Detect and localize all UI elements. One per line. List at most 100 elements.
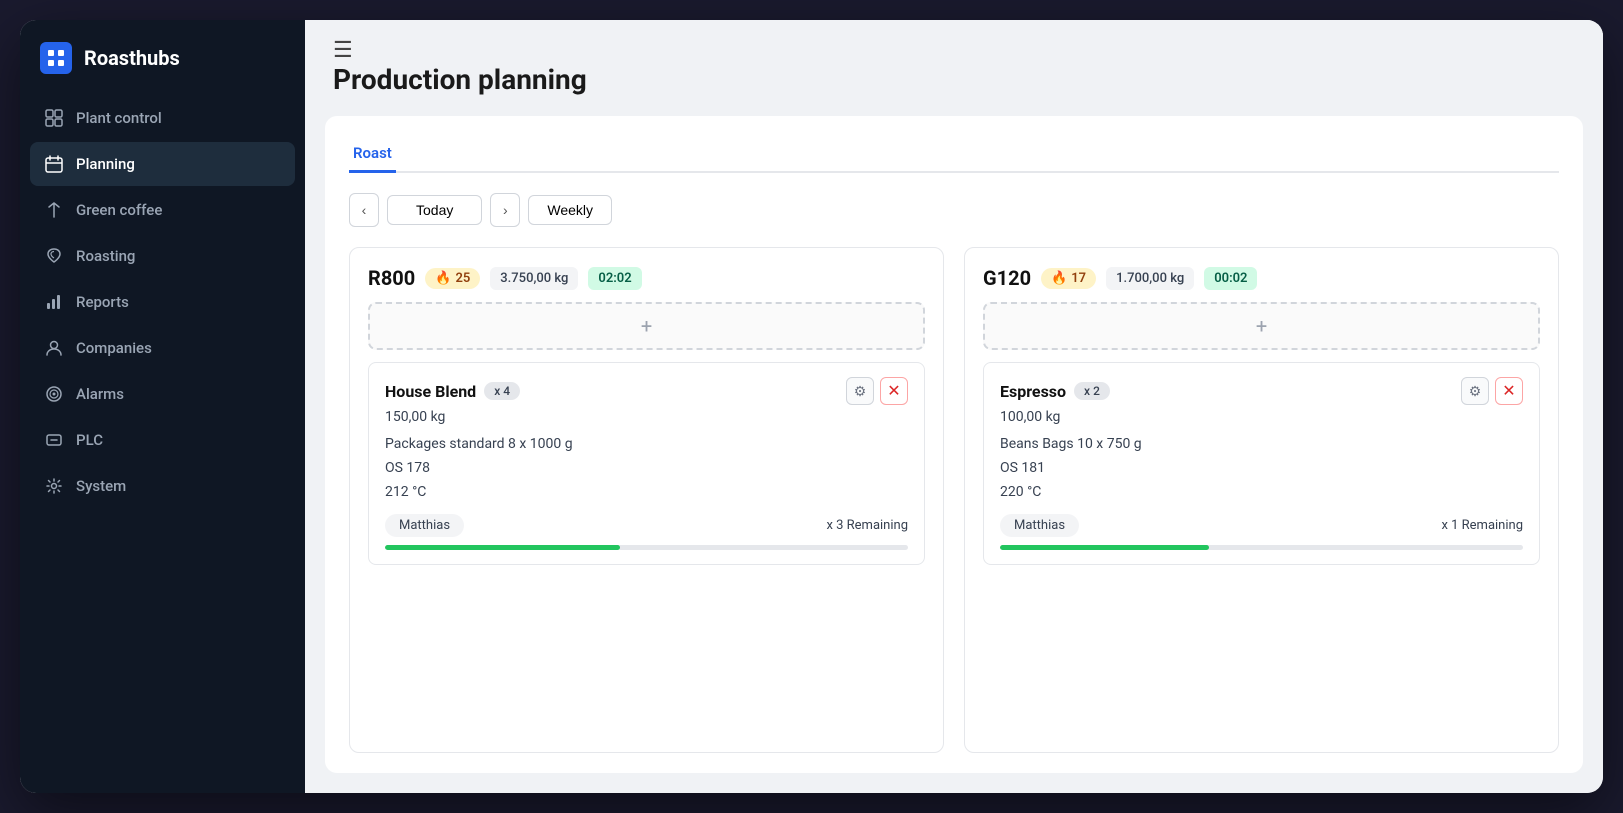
item-espresso-os: OS 181 [1000, 457, 1523, 481]
sidebar-label-roasting: Roasting [76, 247, 135, 265]
sidebar-item-system[interactable]: System [30, 464, 295, 508]
item-house-blend-kg: 150,00 kg [385, 409, 908, 425]
tabs-container: Roast [349, 136, 1559, 173]
prev-button[interactable]: ‹ [349, 193, 379, 227]
top-bar: ☰ [305, 20, 1603, 63]
sidebar-item-roasting[interactable]: Roasting [30, 234, 295, 278]
fire-icon-r800: 🔥 [435, 271, 451, 286]
item-espresso-user: Matthias [1000, 514, 1079, 537]
controls-bar: ‹ Today › Weekly [349, 193, 1559, 227]
item-card-espresso: Espresso x 2 ⚙ ✕ 100,00 kg Beans Bags 10… [983, 362, 1540, 565]
sidebar-item-plant-control[interactable]: Plant control [30, 96, 295, 140]
item-espresso-delete-button[interactable]: ✕ [1495, 377, 1523, 405]
plc-icon [44, 430, 64, 450]
reports-icon [44, 292, 64, 312]
sidebar-item-companies[interactable]: Companies [30, 326, 295, 370]
item-espresso-kg: 100,00 kg [1000, 409, 1523, 425]
companies-icon [44, 338, 64, 358]
planning-icon [44, 154, 64, 174]
main-content: ☰ Production planning Roast ‹ Today › We… [305, 20, 1603, 793]
item-card-house-blend: House Blend x 4 ⚙ ✕ 150,00 kg Packages s… [368, 362, 925, 565]
item-house-blend-progress-fill [385, 545, 620, 550]
app-name: Roasthubs [84, 46, 180, 70]
item-house-blend-details: Packages standard 8 x 1000 g OS 178 212 … [385, 433, 908, 504]
page-title: Production planning [305, 63, 1603, 116]
sidebar-label-plc: PLC [76, 431, 103, 449]
item-house-blend-temp: 212 °C [385, 481, 908, 505]
machine-g120-name: G120 [983, 266, 1031, 290]
logo-icon [40, 42, 72, 74]
sidebar: Roasthubs Plant control [20, 20, 305, 793]
item-house-blend-package: Packages standard 8 x 1000 g [385, 433, 908, 457]
sidebar-label-green-coffee: Green coffee [76, 201, 162, 219]
fire-icon-g120: 🔥 [1051, 271, 1067, 286]
add-item-r800-button[interactable]: + [368, 302, 925, 350]
item-house-blend-multiplier: x 4 [484, 382, 520, 400]
sidebar-logo: Roasthubs [20, 20, 305, 96]
item-espresso-title-row: Espresso x 2 [1000, 382, 1110, 401]
roasting-icon [44, 246, 64, 266]
item-espresso-multiplier: x 2 [1074, 382, 1110, 400]
sidebar-item-alarms[interactable]: Alarms [30, 372, 295, 416]
item-espresso-details: Beans Bags 10 x 750 g OS 181 220 °C [1000, 433, 1523, 504]
item-espresso-footer: Matthias x 1 Remaining [1000, 514, 1523, 537]
machine-g120-roasts-badge: 🔥 17 [1041, 268, 1096, 289]
sidebar-label-system: System [76, 477, 126, 495]
sidebar-label-planning: Planning [76, 155, 135, 173]
item-house-blend-user: Matthias [385, 514, 464, 537]
item-house-blend-title-row: House Blend x 4 [385, 382, 520, 401]
system-icon [44, 476, 64, 496]
machine-g120-kg-badge: 1.700,00 kg [1106, 267, 1194, 290]
item-espresso-progress-bar [1000, 545, 1523, 550]
alarms-icon [44, 384, 64, 404]
tab-roast[interactable]: Roast [349, 136, 396, 173]
item-espresso-settings-button[interactable]: ⚙ [1461, 377, 1489, 405]
item-espresso-header: Espresso x 2 ⚙ ✕ [1000, 377, 1523, 405]
machine-g120-header: G120 🔥 17 1.700,00 kg 00:02 [983, 266, 1540, 290]
item-espresso-title: Espresso [1000, 382, 1066, 401]
add-item-g120-button[interactable]: + [983, 302, 1540, 350]
item-espresso-actions: ⚙ ✕ [1461, 377, 1523, 405]
machine-r800-roasts-count: 25 [455, 271, 470, 286]
item-espresso-remaining: x 1 Remaining [1441, 518, 1523, 533]
sidebar-label-alarms: Alarms [76, 385, 124, 403]
next-button[interactable]: › [490, 193, 520, 227]
machine-g120-roasts-count: 17 [1071, 271, 1086, 286]
item-house-blend-delete-button[interactable]: ✕ [880, 377, 908, 405]
machine-r800-kg-badge: 3.750,00 kg [490, 267, 578, 290]
machine-g120-time-badge: 00:02 [1204, 267, 1257, 290]
app-wrapper: Roasthubs Plant control [20, 20, 1603, 793]
item-house-blend-footer: Matthias x 3 Remaining [385, 514, 908, 537]
machine-card-r800: R800 🔥 25 3.750,00 kg 02:02 + Ho [349, 247, 944, 753]
item-espresso-progress-fill [1000, 545, 1209, 550]
machines-grid: R800 🔥 25 3.750,00 kg 02:02 + Ho [349, 247, 1559, 753]
machine-r800-name: R800 [368, 266, 415, 290]
machine-card-g120: G120 🔥 17 1.700,00 kg 00:02 + Es [964, 247, 1559, 753]
item-house-blend-remaining: x 3 Remaining [826, 518, 908, 533]
item-house-blend-actions: ⚙ ✕ [846, 377, 908, 405]
item-house-blend-header: House Blend x 4 ⚙ ✕ [385, 377, 908, 405]
hamburger-icon[interactable]: ☰ [333, 38, 353, 63]
machine-r800-time-badge: 02:02 [588, 267, 641, 290]
sidebar-item-plc[interactable]: PLC [30, 418, 295, 462]
item-espresso-temp: 220 °C [1000, 481, 1523, 505]
sidebar-item-green-coffee[interactable]: Green coffee [30, 188, 295, 232]
plant-control-icon [44, 108, 64, 128]
sidebar-label-plant-control: Plant control [76, 109, 162, 127]
weekly-button[interactable]: Weekly [528, 195, 612, 225]
content-area: Roast ‹ Today › Weekly R800 🔥 25 [325, 116, 1583, 773]
sidebar-label-reports: Reports [76, 293, 129, 311]
machine-r800-header: R800 🔥 25 3.750,00 kg 02:02 [368, 266, 925, 290]
machine-r800-roasts-badge: 🔥 25 [425, 268, 480, 289]
item-house-blend-title: House Blend [385, 382, 476, 401]
item-house-blend-settings-button[interactable]: ⚙ [846, 377, 874, 405]
green-coffee-icon [44, 200, 64, 220]
sidebar-label-companies: Companies [76, 339, 152, 357]
item-espresso-package: Beans Bags 10 x 750 g [1000, 433, 1523, 457]
sidebar-navigation: Plant control Planning [20, 96, 305, 508]
item-house-blend-progress-bar [385, 545, 908, 550]
item-house-blend-os: OS 178 [385, 457, 908, 481]
sidebar-item-reports[interactable]: Reports [30, 280, 295, 324]
sidebar-item-planning[interactable]: Planning [30, 142, 295, 186]
today-button[interactable]: Today [387, 195, 482, 225]
